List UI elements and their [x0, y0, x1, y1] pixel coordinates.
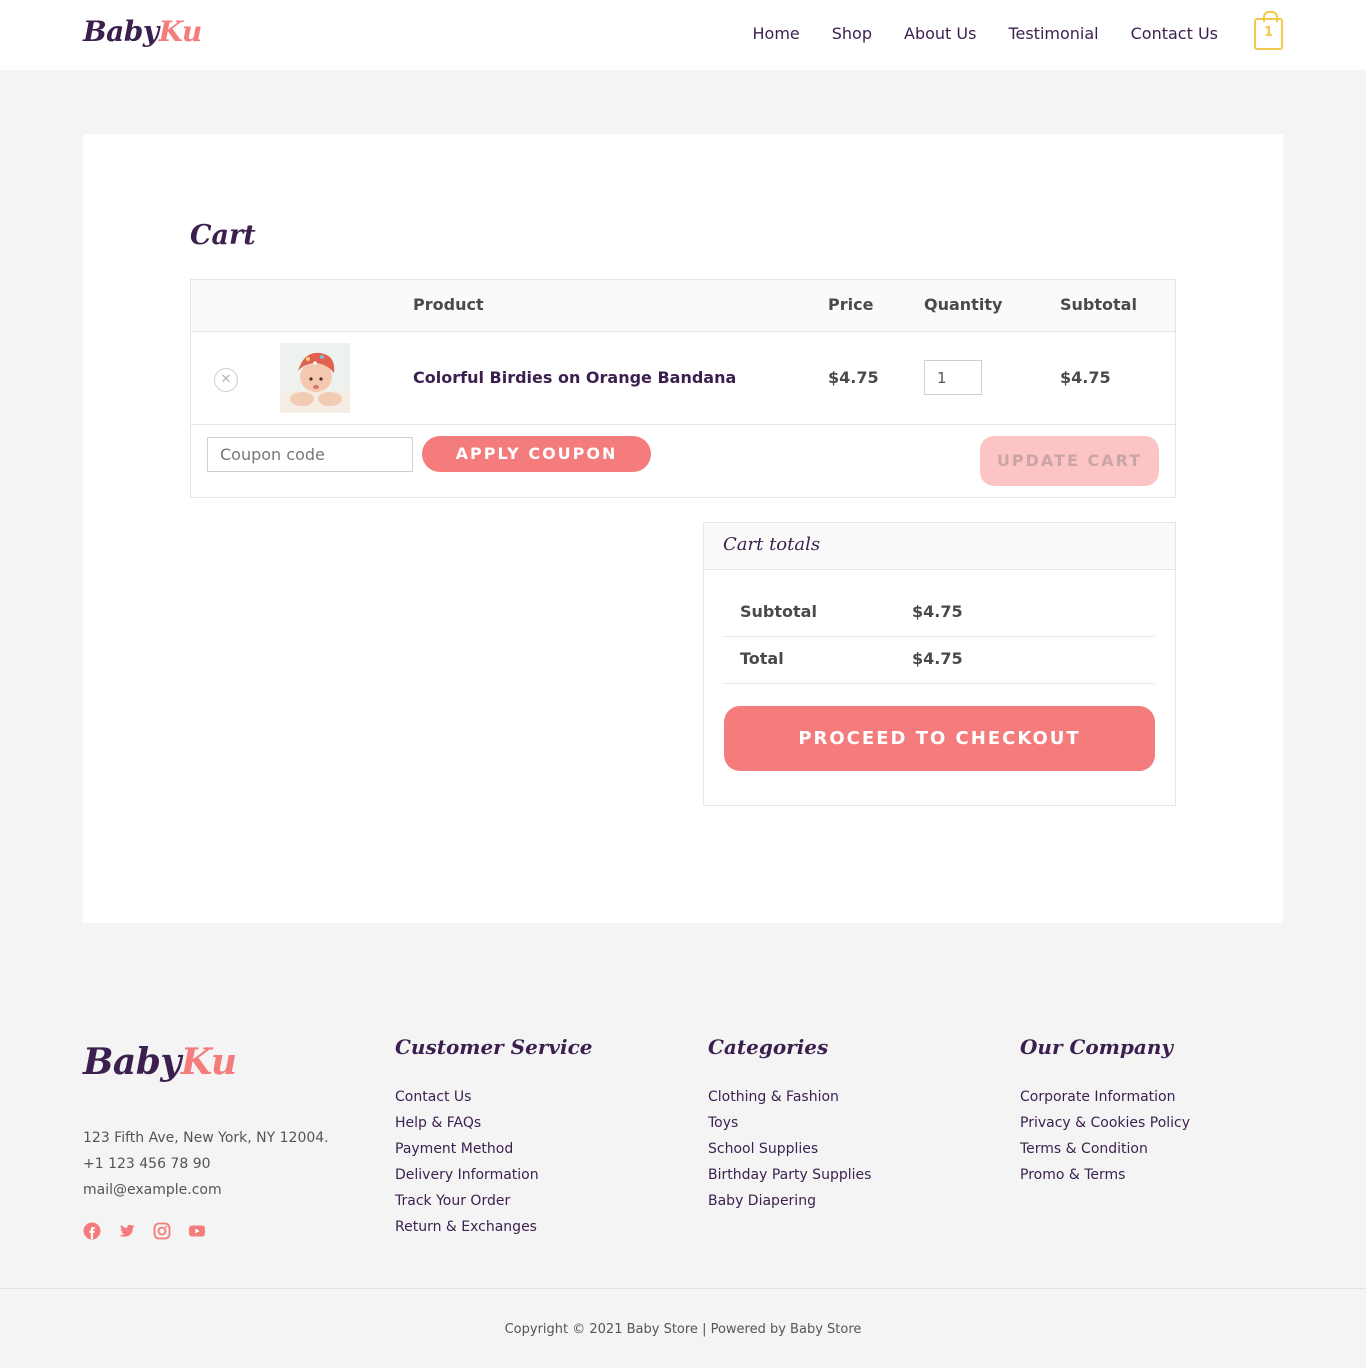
- footer-link[interactable]: Birthday Party Supplies: [708, 1167, 871, 1193]
- cart-item-row: ✕ Colorful Birdies on Orange Bandana $4.…: [191, 332, 1175, 425]
- footer-link[interactable]: Privacy & Cookies Policy: [1020, 1115, 1190, 1141]
- footer-link[interactable]: Baby Diapering: [708, 1193, 871, 1219]
- footer-link[interactable]: Corporate Information: [1020, 1089, 1190, 1115]
- youtube-icon[interactable]: [188, 1222, 206, 1240]
- site-footer: BabyKu 123 Fifth Ave, New York, NY 12004…: [0, 988, 1366, 1288]
- twitter-icon[interactable]: [118, 1222, 136, 1240]
- footer-link[interactable]: School Supplies: [708, 1141, 871, 1167]
- nav-shop[interactable]: Shop: [832, 24, 872, 43]
- footer-logo[interactable]: BabyKu: [83, 1041, 237, 1083]
- footer-link[interactable]: Clothing & Fashion: [708, 1089, 871, 1115]
- totals-total-row: Total $4.75: [724, 637, 1155, 684]
- instagram-icon[interactable]: [153, 1222, 171, 1240]
- footer-categories-links: Clothing & Fashion Toys School Supplies …: [708, 1089, 871, 1219]
- product-name-link[interactable]: Colorful Birdies on Orange Bandana: [413, 368, 736, 387]
- header-subtotal: Subtotal: [1060, 295, 1137, 314]
- footer-email[interactable]: mail@example.com: [83, 1182, 222, 1198]
- baby-photo-image: [280, 343, 350, 413]
- footer-link[interactable]: Return & Exchanges: [395, 1219, 539, 1245]
- footer-link[interactable]: Help & FAQs: [395, 1115, 539, 1141]
- footer-col-title-customer-service: Customer Service: [395, 1035, 593, 1059]
- footer-phone: +1 123 456 78 90: [83, 1156, 211, 1172]
- totals-total-label: Total: [740, 649, 784, 668]
- header-product: Product: [413, 295, 484, 314]
- header-quantity: Quantity: [924, 295, 1003, 314]
- nav-contact-us[interactable]: Contact Us: [1131, 24, 1218, 43]
- footer-link[interactable]: Terms & Condition: [1020, 1141, 1190, 1167]
- coupon-code-input[interactable]: Coupon code: [207, 437, 413, 472]
- product-subtotal: $4.75: [1060, 368, 1111, 387]
- nav-testimonial[interactable]: Testimonial: [1008, 24, 1098, 43]
- header-price: Price: [828, 295, 874, 314]
- cart-totals-title: Cart totals: [723, 534, 821, 555]
- apply-coupon-button[interactable]: APPLY COUPON: [422, 436, 651, 472]
- proceed-to-checkout-button[interactable]: PROCEED TO CHECKOUT: [724, 706, 1155, 771]
- page-title: Cart: [190, 220, 256, 251]
- totals-subtotal-value: $4.75: [912, 602, 963, 621]
- logo-text-part1: Baby: [83, 15, 159, 48]
- footer-bottom-bar: Copyright © 2021 Baby Store | Powered by…: [0, 1288, 1366, 1368]
- footer-link[interactable]: Payment Method: [395, 1141, 539, 1167]
- footer-logo-part2: Ku: [180, 1041, 237, 1083]
- footer-logo-part1: Baby: [83, 1041, 181, 1083]
- nav-home[interactable]: Home: [753, 24, 800, 43]
- totals-total-value: $4.75: [912, 649, 963, 668]
- cart-table: Product Price Quantity Subtotal ✕ Colorf…: [190, 279, 1176, 498]
- quantity-input[interactable]: 1: [924, 360, 982, 395]
- footer-link[interactable]: Contact Us: [395, 1089, 539, 1115]
- site-header: BabyKu Home Shop About Us Testimonial Co…: [0, 0, 1366, 70]
- footer-customer-service-links: Contact Us Help & FAQs Payment Method De…: [395, 1089, 539, 1245]
- footer-address: 123 Fifth Ave, New York, NY 12004.: [83, 1130, 329, 1146]
- main-nav: Home Shop About Us Testimonial Contact U…: [753, 24, 1219, 43]
- update-cart-button[interactable]: UPDATE CART: [980, 436, 1159, 486]
- logo-text-part2: Ku: [158, 15, 203, 48]
- footer-link[interactable]: Toys: [708, 1115, 871, 1141]
- footer-col-title-categories: Categories: [708, 1035, 829, 1059]
- product-price: $4.75: [828, 368, 879, 387]
- copyright-text: Copyright © 2021 Baby Store | Powered by…: [504, 1322, 862, 1337]
- footer-our-company-links: Corporate Information Privacy & Cookies …: [1020, 1089, 1190, 1193]
- cart-page-card: Cart Product Price Quantity Subtotal ✕ C…: [83, 134, 1283, 923]
- totals-subtotal-label: Subtotal: [740, 602, 817, 621]
- product-thumbnail[interactable]: [280, 343, 350, 413]
- cart-count-badge: 1: [1263, 25, 1274, 40]
- footer-link[interactable]: Delivery Information: [395, 1167, 539, 1193]
- nav-about-us[interactable]: About Us: [904, 24, 976, 43]
- cart-table-header: Product Price Quantity Subtotal: [191, 280, 1175, 332]
- footer-link[interactable]: Track Your Order: [395, 1193, 539, 1219]
- footer-link[interactable]: Promo & Terms: [1020, 1167, 1190, 1193]
- totals-subtotal-row: Subtotal $4.75: [724, 590, 1155, 637]
- site-logo[interactable]: BabyKu: [83, 15, 202, 48]
- facebook-icon[interactable]: [83, 1222, 101, 1240]
- close-circle-icon[interactable]: ✕: [214, 368, 238, 392]
- footer-col-title-our-company: Our Company: [1020, 1035, 1173, 1059]
- cart-totals-box: Cart totals Subtotal $4.75 Total $4.75 P…: [703, 522, 1176, 806]
- shopping-bag-icon[interactable]: 1: [1254, 11, 1283, 50]
- cart-totals-header: Cart totals: [704, 523, 1175, 570]
